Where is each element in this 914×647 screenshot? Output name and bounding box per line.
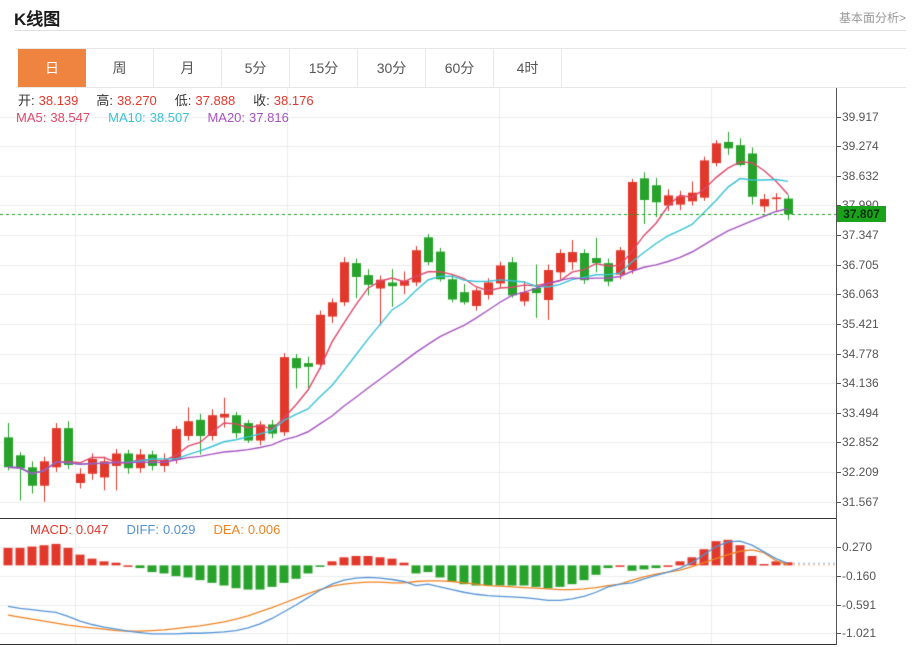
axis-tick-label: 32.852 <box>842 435 879 449</box>
axis-tick-mark <box>836 117 841 118</box>
axis-tick-label: 31.567 <box>842 495 879 509</box>
legend-item: MACD:0.047 <box>30 522 112 537</box>
legend-item: 收:38.176 <box>253 93 317 108</box>
axis-tick-label: 33.494 <box>842 406 879 420</box>
axis-tick-label: 34.778 <box>842 347 879 361</box>
chart-bottom-border <box>0 644 836 645</box>
axis-tick-mark <box>836 442 841 443</box>
tab-日[interactable]: 日 <box>18 49 86 87</box>
axis-tick-mark <box>836 146 841 147</box>
tab-4时[interactable]: 4时 <box>494 49 562 87</box>
axis-tick-label: -1.021 <box>842 626 876 640</box>
axis-tick-label: 37.347 <box>842 228 879 242</box>
legend-item: DEA:0.006 <box>213 522 284 537</box>
legend-item: MA5:38.547 <box>16 110 94 125</box>
axis-tick-label: 36.705 <box>842 258 879 272</box>
legend-item: 开:38.139 <box>18 93 82 108</box>
panel-divider <box>0 518 836 519</box>
axis-tick-mark <box>836 354 841 355</box>
kline-chart: 开:38.139 高:38.270 低:37.888 收:38.176 MA5:38.… <box>0 88 914 645</box>
axis-tick-mark <box>836 472 841 473</box>
page-title: K线图 <box>14 5 60 30</box>
axis-tick-label: 36.063 <box>842 287 879 301</box>
legend-item: DIFF:0.029 <box>126 522 199 537</box>
axis-tick-mark <box>836 502 841 503</box>
axis-tick-label: 39.274 <box>842 139 879 153</box>
axis-tick-mark <box>836 324 841 325</box>
axis-tick-label: 38.632 <box>842 169 879 183</box>
tab-周[interactable]: 周 <box>86 49 154 87</box>
tab-月[interactable]: 月 <box>154 49 222 87</box>
tab-60分[interactable]: 60分 <box>426 49 494 87</box>
legend-item: 低:37.888 <box>175 93 239 108</box>
kline-page: K线图 基本面分析> 日周月5分15分30分60分4时 开:38.139 高:38… <box>0 0 914 647</box>
axis-tick-mark <box>836 176 841 177</box>
title-divider <box>14 30 906 31</box>
macd-legend: MACD:0.047 DIFF:0.029 DEA:0.006 <box>30 522 298 537</box>
tab-15分[interactable]: 15分 <box>290 49 358 87</box>
axis-tick-mark <box>836 383 841 384</box>
axis-tick-label: 35.421 <box>842 317 879 331</box>
axis-tick-label: -0.591 <box>842 598 876 612</box>
axis-tick-mark <box>836 547 841 548</box>
axis-tick-label: 0.270 <box>842 540 872 554</box>
current-price-tag: 37.807 <box>837 206 886 222</box>
axis-tick-label: 34.136 <box>842 376 879 390</box>
tab-30分[interactable]: 30分 <box>358 49 426 87</box>
axis-tick-mark <box>836 294 841 295</box>
main-chart-canvas[interactable] <box>0 88 836 518</box>
axis-tick-label: 32.209 <box>842 465 879 479</box>
fundamental-analysis-link[interactable]: 基本面分析> <box>839 9 906 26</box>
ohlc-legend: 开:38.139 高:38.270 低:37.888 收:38.176 <box>18 90 332 109</box>
axis-tick-label: -0.160 <box>842 569 876 583</box>
axis-tick-label: 39.917 <box>842 110 879 124</box>
interval-tabbar: 日周月5分15分30分60分4时 <box>18 48 906 88</box>
macd-chart-canvas[interactable] <box>0 518 836 645</box>
legend-item: MA20:37.816 <box>207 110 292 125</box>
axis-tick-mark <box>836 605 841 606</box>
y-axis-line <box>836 88 837 645</box>
tab-5分[interactable]: 5分 <box>222 49 290 87</box>
axis-tick-mark <box>836 633 841 634</box>
legend-item: MA10:38.507 <box>108 110 193 125</box>
axis-tick-mark <box>836 265 841 266</box>
legend-item: 高:38.270 <box>96 93 160 108</box>
axis-tick-mark <box>836 413 841 414</box>
axis-tick-mark <box>836 576 841 577</box>
ma-legend: MA5:38.547 MA10:38.507 MA20:37.816 <box>16 110 307 125</box>
axis-tick-mark <box>836 235 841 236</box>
